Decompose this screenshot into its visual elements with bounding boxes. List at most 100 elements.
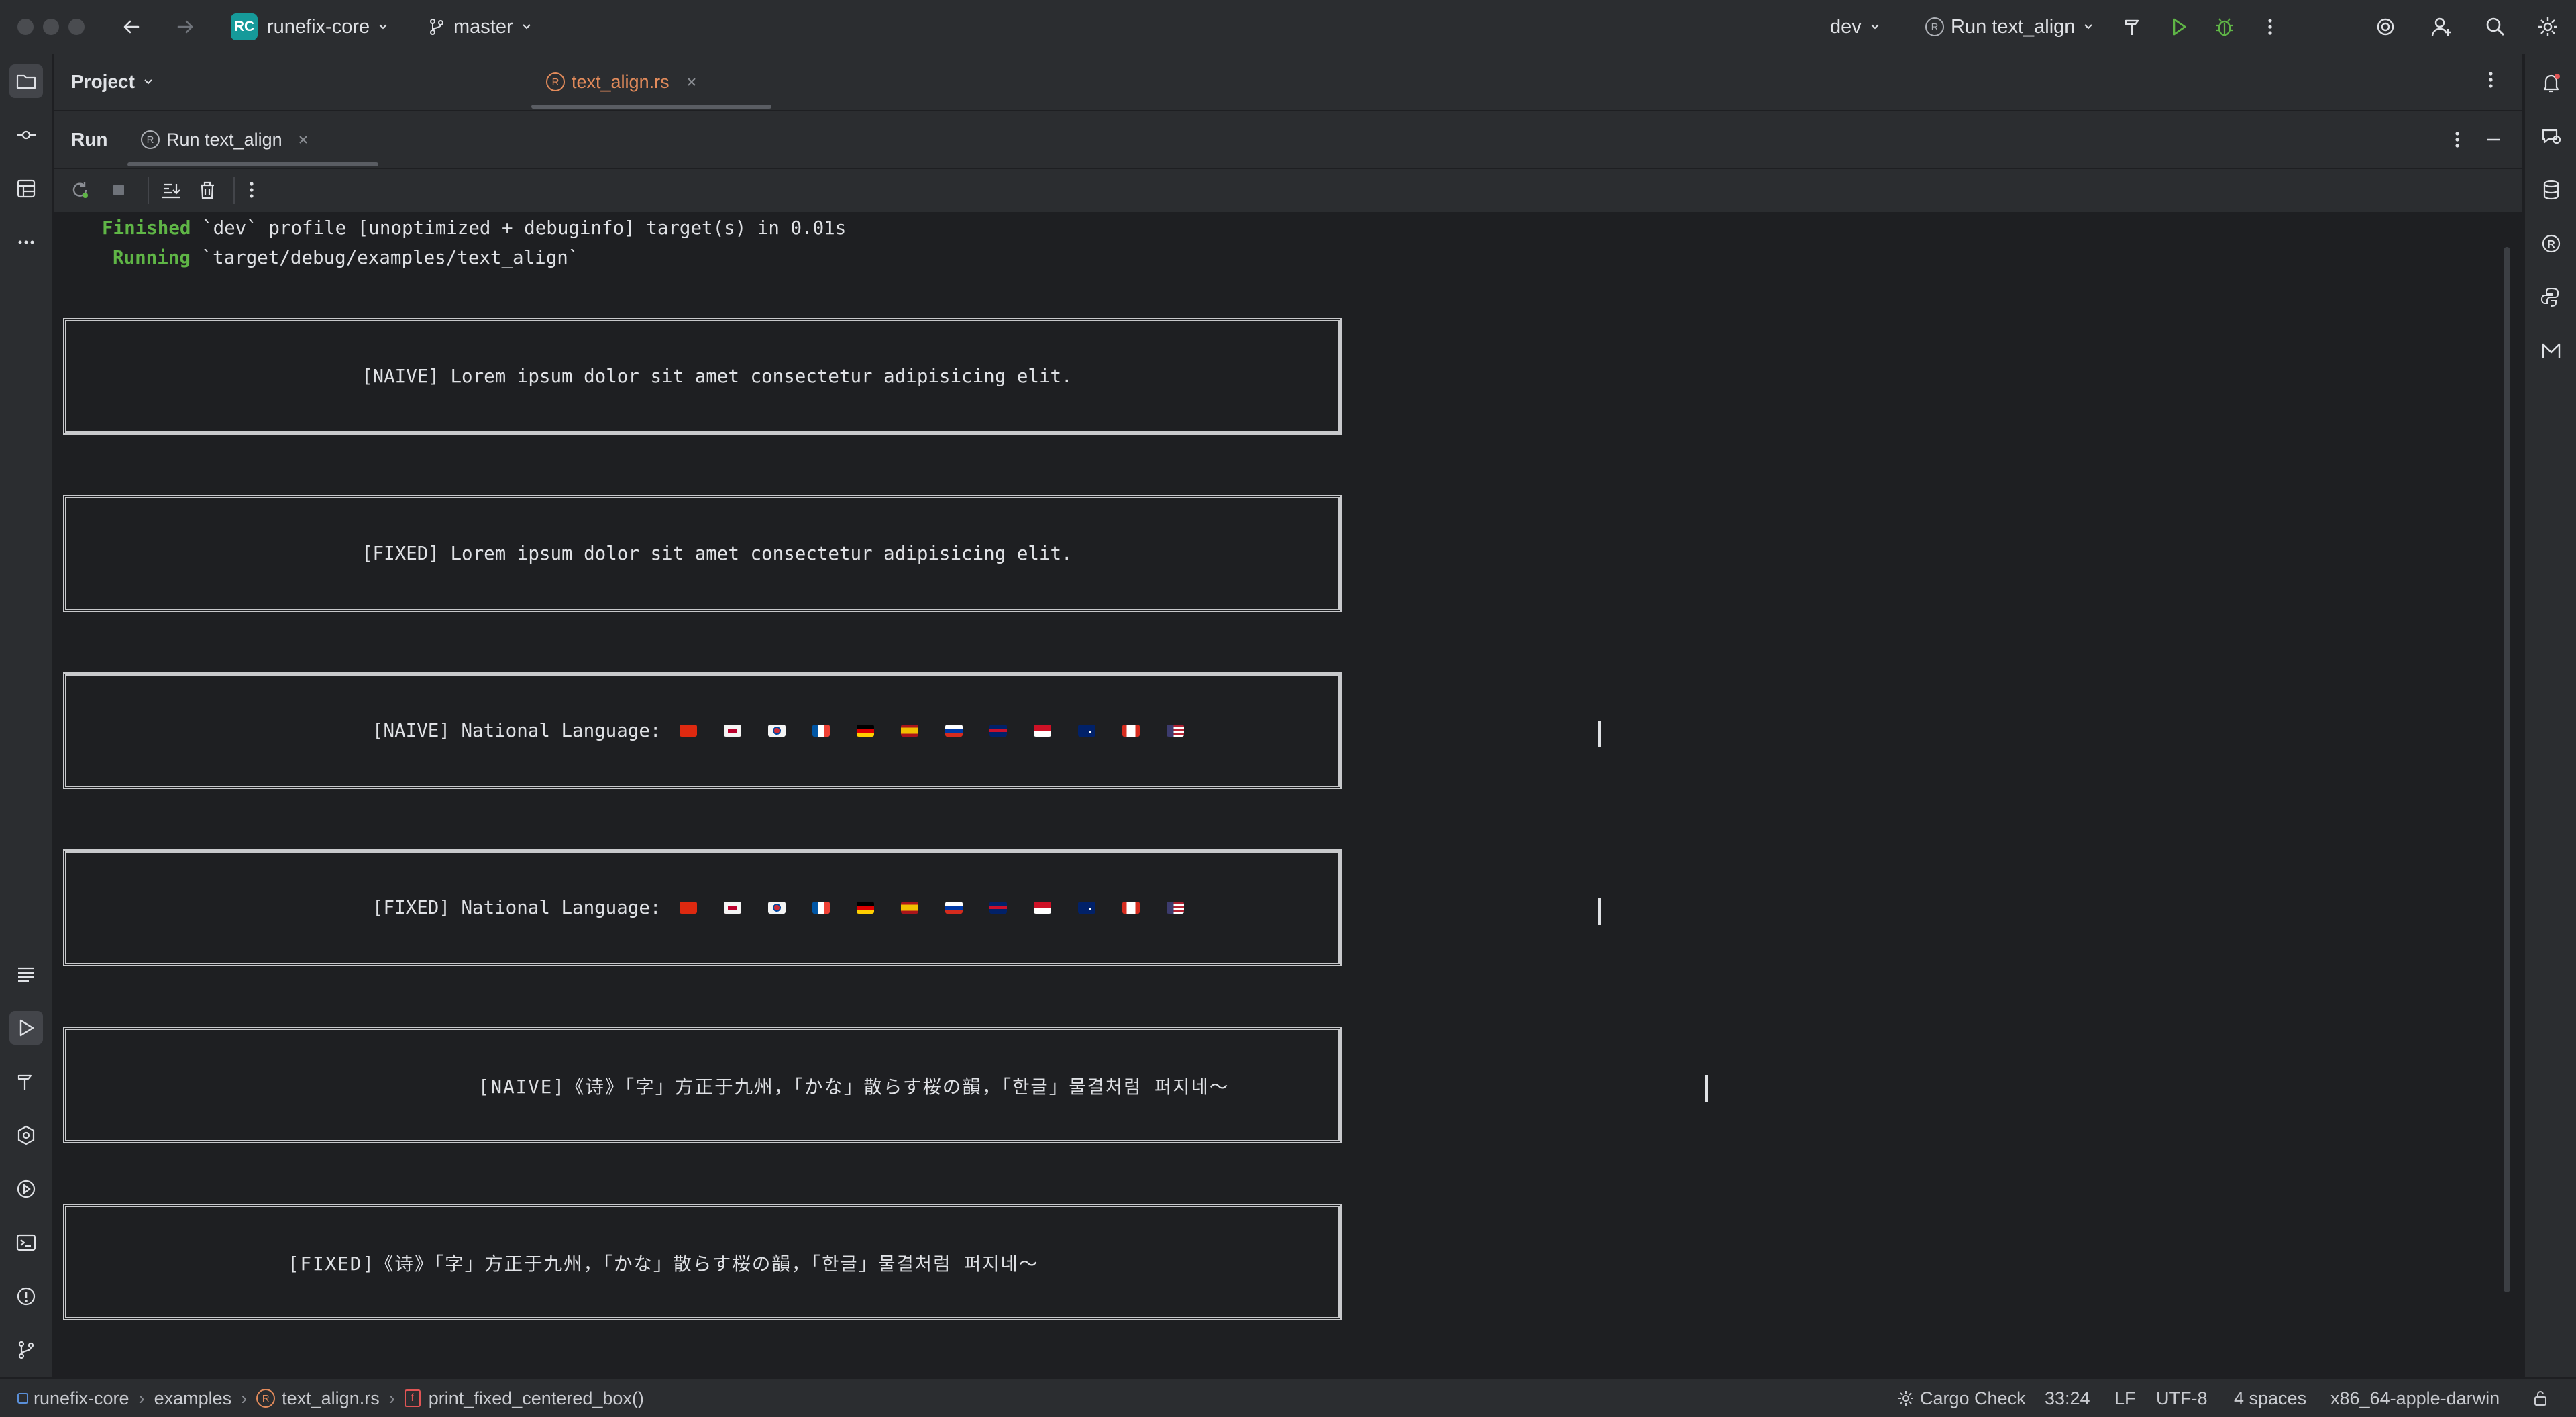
- line-separator[interactable]: LF: [2114, 1379, 2136, 1417]
- terminal-icon[interactable]: [9, 1226, 43, 1259]
- minimize-panel-icon[interactable]: [2482, 128, 2505, 151]
- more-horizontal-icon[interactable]: [9, 225, 43, 259]
- naive-flags-box: [NAIVE] National Language:: [63, 672, 1342, 789]
- cargo-check-widget[interactable]: Cargo Check: [1897, 1379, 2026, 1417]
- jp-flag-icon: [724, 902, 742, 914]
- close-icon[interactable]: [684, 74, 699, 89]
- add-user-icon[interactable]: [2428, 13, 2455, 40]
- editor-tab-label: text_align.rs: [572, 71, 669, 92]
- run-tab-text-align[interactable]: R Run text_align: [141, 111, 311, 168]
- rust-icon: R: [141, 130, 160, 149]
- rust-icon: R: [1925, 17, 1944, 36]
- ca-flag-icon: [1122, 725, 1140, 737]
- cn-flag-icon: [680, 902, 698, 914]
- search-icon[interactable]: [2482, 13, 2509, 40]
- more-vertical-icon[interactable]: [2257, 13, 2284, 40]
- back-arrow-icon[interactable]: [118, 13, 145, 40]
- run-play-icon[interactable]: [2165, 13, 2192, 40]
- project-folder-icon[interactable]: [9, 64, 43, 98]
- zoom-window-button[interactable]: [68, 19, 85, 35]
- finished-detail: `dev` profile [unoptimized + debuginfo] …: [191, 217, 847, 239]
- debug-bug-icon[interactable]: [2211, 13, 2238, 40]
- ai-assistant-icon[interactable]: [2372, 13, 2399, 40]
- project-panel-title[interactable]: Project: [71, 54, 155, 110]
- markdown-icon[interactable]: [2534, 334, 2568, 368]
- ru-flag-icon: [945, 902, 963, 914]
- clear-trash-icon[interactable]: [196, 178, 219, 201]
- box-text: [FIXED] Lorem ipsum dolor sit amet conse…: [362, 543, 1073, 564]
- build-hammer-icon[interactable]: [2120, 13, 2147, 40]
- database-icon[interactable]: [2534, 173, 2568, 207]
- ru-flag-icon: [945, 725, 963, 737]
- box-text: [NAIVE] National Language:: [372, 720, 661, 741]
- us-flag-icon: [1167, 902, 1185, 914]
- fixed-lorem-box: [FIXED] Lorem ipsum dolor sit amet conse…: [63, 495, 1342, 612]
- git-icon[interactable]: [9, 1333, 43, 1367]
- run-config-name: Run text_align: [1951, 15, 2076, 38]
- breadcrumb-file[interactable]: text_align.rs: [282, 1388, 380, 1409]
- status-bar: runefix-core › examples › R text_align.r…: [0, 1378, 2576, 1417]
- target-triple[interactable]: x86_64-apple-darwin: [2330, 1379, 2500, 1417]
- kr-flag-icon: [768, 725, 786, 737]
- commit-icon[interactable]: [9, 118, 43, 152]
- build-icon[interactable]: [9, 1065, 43, 1098]
- services-icon[interactable]: [9, 1118, 43, 1152]
- box-text: [NAIVE]《诗》「字」方正于九州，「かな」散らす桜の韻，「한글」물결처럼 퍼…: [478, 1076, 1230, 1098]
- scroll-to-end-icon[interactable]: [160, 178, 182, 201]
- breadcrumb-project[interactable]: runefix-core: [34, 1388, 129, 1409]
- ai-chat-icon[interactable]: [2534, 119, 2568, 153]
- run-window-title: Run: [71, 129, 108, 150]
- toolbar-more-icon[interactable]: [240, 178, 263, 201]
- indent-setting[interactable]: 4 spaces: [2234, 1379, 2306, 1417]
- svg-text:R: R: [2547, 239, 2555, 250]
- forward-arrow-icon[interactable]: [172, 13, 199, 40]
- us-flag-icon: [1167, 725, 1185, 737]
- es-flag-icon: [901, 902, 919, 914]
- fr-flag-icon: [812, 902, 830, 914]
- id-flag-icon: [1034, 902, 1052, 914]
- editor-tab-text-align[interactable]: R text_align.rs: [531, 54, 714, 110]
- chevron-down-icon: [2084, 24, 2093, 30]
- lock-icon[interactable]: [2532, 1379, 2549, 1417]
- project-badge: RC: [231, 13, 258, 40]
- branch-switcher[interactable]: master: [427, 0, 533, 54]
- console-scrollbar[interactable]: [2504, 247, 2510, 1292]
- run-services-icon[interactable]: [9, 1172, 43, 1206]
- file-encoding[interactable]: UTF-8: [2156, 1379, 2208, 1417]
- run-window-icon[interactable]: [9, 1011, 43, 1045]
- run-console-output[interactable]: Finished `dev` profile [unoptimized + de…: [54, 213, 2522, 1377]
- problems-icon[interactable]: [9, 1279, 43, 1313]
- notifications-bell-icon[interactable]: [2534, 66, 2568, 99]
- kr-flag-icon: [768, 902, 786, 914]
- todo-list-icon[interactable]: [9, 957, 43, 991]
- run-toolbar: [54, 169, 2522, 213]
- status-running: Running: [113, 247, 191, 268]
- flag-row: [680, 725, 1185, 737]
- breadcrumb-function[interactable]: print_fixed_centered_box(): [429, 1388, 644, 1409]
- run-config-selector[interactable]: R Run text_align: [1925, 0, 2095, 54]
- settings-gear-icon[interactable]: [2534, 13, 2561, 40]
- stop-icon[interactable]: [107, 178, 130, 201]
- rust-crates-icon[interactable]: R: [2534, 227, 2568, 260]
- minimize-window-button[interactable]: [43, 19, 59, 35]
- project-switcher[interactable]: RC runefix-core: [231, 0, 390, 54]
- profile-selector[interactable]: dev: [1830, 0, 1882, 54]
- running-detail: `target/debug/examples/text_align`: [190, 247, 580, 268]
- breadcrumb-folder[interactable]: examples: [154, 1388, 232, 1409]
- box-text: [NAIVE] Lorem ipsum dolor sit amet conse…: [362, 366, 1073, 387]
- close-icon[interactable]: [296, 132, 311, 147]
- python-icon[interactable]: [2534, 280, 2568, 314]
- editor-more-icon[interactable]: [2479, 68, 2502, 91]
- de-flag-icon: [857, 725, 875, 737]
- chevron-down-icon: [1871, 24, 1879, 30]
- chevron-right-icon: ›: [138, 1387, 145, 1408]
- right-tool-stripe: R: [2524, 54, 2576, 1377]
- close-window-button[interactable]: [17, 19, 34, 35]
- cargo-check-label: Cargo Check: [1920, 1387, 2026, 1408]
- rerun-icon[interactable]: [68, 178, 91, 201]
- run-more-icon[interactable]: [2446, 128, 2469, 151]
- text-cursor: [1598, 721, 1601, 747]
- caret-position[interactable]: 33:24: [2045, 1379, 2090, 1417]
- run-tab-label: Run text_align: [166, 129, 282, 150]
- structure-icon[interactable]: [9, 172, 43, 205]
